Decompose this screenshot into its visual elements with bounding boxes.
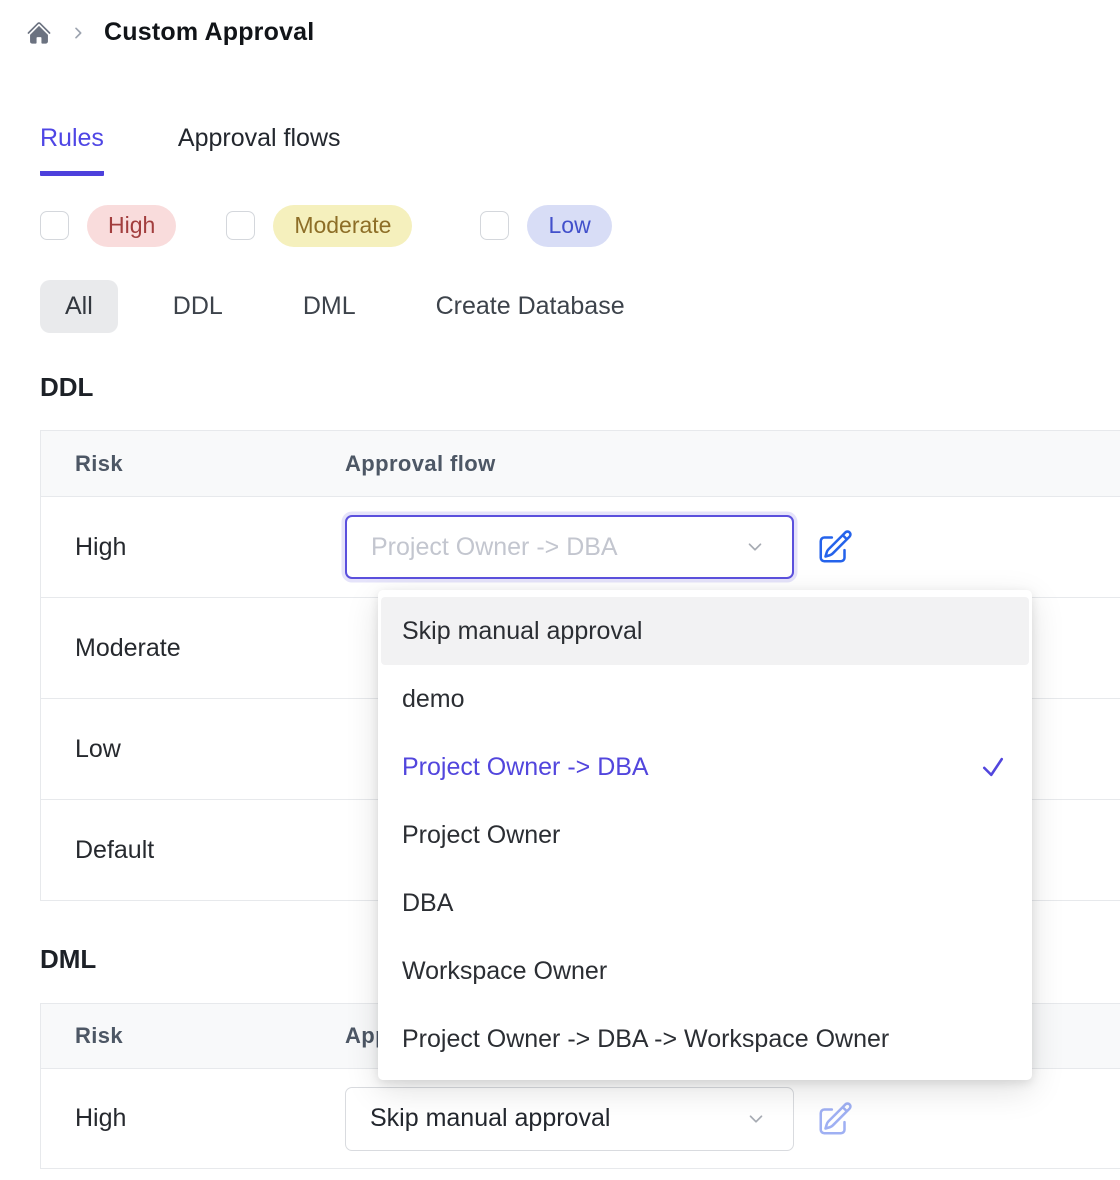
table-row-high: High Project Owner -> DBA	[41, 497, 1120, 598]
dropdown-option-project-owner-dba-workspace-owner[interactable]: Project Owner -> DBA -> Workspace Owner	[381, 1005, 1029, 1073]
approval-flow-cell: Skip manual approval	[345, 1087, 1120, 1151]
category-filter-row: All DDL DML Create Database	[40, 280, 650, 333]
dropdown-option-skip-manual-approval[interactable]: Skip manual approval	[381, 597, 1029, 665]
tab-bar: Rules Approval flows	[40, 124, 341, 176]
column-header-approval-flow: Approval flow	[345, 451, 496, 477]
approval-flow-select[interactable]: Skip manual approval	[345, 1087, 794, 1151]
risk-label: Moderate	[41, 634, 345, 663]
column-header-risk: Risk	[41, 1023, 345, 1049]
edit-approval-flow-button[interactable]	[816, 1100, 854, 1138]
edit-approval-flow-button[interactable]	[816, 528, 854, 566]
risk-label: High	[41, 1104, 345, 1133]
filter-ddl-button[interactable]: DDL	[148, 280, 248, 333]
filter-all-button[interactable]: All	[40, 280, 118, 333]
dropdown-option-workspace-owner[interactable]: Workspace Owner	[381, 937, 1029, 1005]
section-title-dml: DML	[40, 944, 96, 975]
table-row-high: High Skip manual approval	[41, 1069, 1120, 1169]
dropdown-option-dba[interactable]: DBA	[381, 869, 1029, 937]
page-title: Custom Approval	[104, 18, 314, 47]
risk-label: Low	[41, 735, 345, 764]
approval-flow-dropdown-menu: Skip manual approval demo Project Owner …	[378, 590, 1032, 1080]
home-icon[interactable]	[26, 20, 52, 46]
column-header-risk: Risk	[41, 451, 345, 477]
risk-label: High	[41, 533, 345, 562]
risk-filter-row: High Moderate Low	[40, 205, 662, 247]
table-header: Risk Approval flow	[41, 431, 1120, 497]
low-risk-badge[interactable]: Low	[527, 205, 611, 247]
approval-flow-select[interactable]: Project Owner -> DBA	[345, 515, 794, 579]
risk-filter-low: Low	[480, 205, 611, 247]
high-risk-badge[interactable]: High	[87, 205, 176, 247]
section-title-ddl: DDL	[40, 372, 93, 403]
approval-flow-cell: Project Owner -> DBA	[345, 515, 1120, 579]
chevron-right-icon	[70, 25, 86, 41]
high-checkbox[interactable]	[40, 211, 69, 240]
filter-create-database-button[interactable]: Create Database	[411, 280, 650, 333]
tab-approval-flows[interactable]: Approval flows	[178, 124, 341, 176]
dropdown-option-project-owner[interactable]: Project Owner	[381, 801, 1029, 869]
tab-rules[interactable]: Rules	[40, 124, 104, 176]
moderate-checkbox[interactable]	[226, 211, 255, 240]
filter-dml-button[interactable]: DML	[278, 280, 381, 333]
moderate-risk-badge[interactable]: Moderate	[273, 205, 412, 247]
risk-label: Default	[41, 836, 345, 865]
dropdown-option-project-owner-dba[interactable]: Project Owner -> DBA	[381, 733, 1029, 801]
risk-filter-moderate: Moderate	[226, 205, 412, 247]
risk-filter-high: High	[40, 205, 176, 247]
select-value: Project Owner -> DBA	[371, 533, 618, 562]
chevron-down-icon	[745, 1108, 767, 1130]
dropdown-option-demo[interactable]: demo	[381, 665, 1029, 733]
chevron-down-icon	[744, 536, 766, 558]
select-value: Skip manual approval	[370, 1104, 610, 1133]
check-icon	[979, 753, 1007, 781]
option-label: Project Owner -> DBA	[402, 753, 649, 782]
breadcrumb: Custom Approval	[26, 18, 314, 47]
low-checkbox[interactable]	[480, 211, 509, 240]
